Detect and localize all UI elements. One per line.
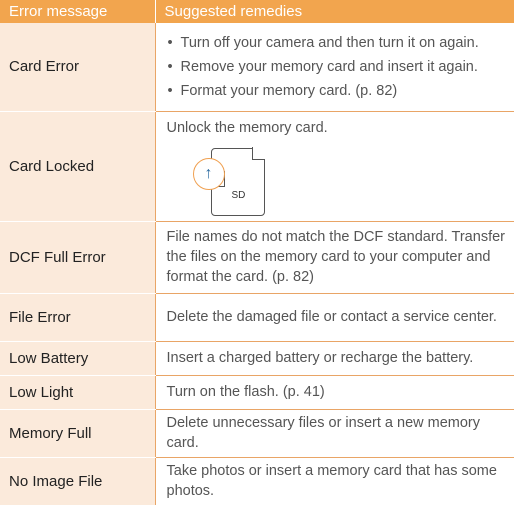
- remedy-text: Delete unnecessary files or insert a new…: [154, 409, 514, 458]
- error-name: Memory Full: [0, 409, 155, 458]
- remedy-list: Turn off your camera and then turn it on…: [167, 31, 511, 103]
- remedy: Unlock the memory card. SD ↑: [154, 111, 514, 222]
- error-name: File Error: [0, 293, 155, 342]
- remedy-text: Delete the damaged file or contact a ser…: [154, 293, 514, 342]
- table-row: Low Light Turn on the flash. (p. 41): [0, 375, 514, 410]
- error-table: Error message Suggested remedies Card Er…: [0, 0, 514, 506]
- remedy-text: Turn on the flash. (p. 41): [154, 375, 514, 410]
- table-row: Card Error Turn off your camera and then…: [0, 23, 514, 112]
- error-name: Card Locked: [0, 111, 155, 222]
- remedy-text: File names do not match the DCF standard…: [154, 221, 514, 294]
- error-name: No Image File: [0, 457, 155, 506]
- table-row: Card Locked Unlock the memory card. SD ↑: [0, 111, 514, 222]
- list-item: Format your memory card. (p. 82): [167, 79, 511, 103]
- table-row: Low Battery Insert a charged battery or …: [0, 341, 514, 376]
- error-name: Low Light: [0, 375, 155, 410]
- error-name: DCF Full Error: [0, 221, 155, 294]
- header-suggested-remedies: Suggested remedies: [154, 0, 514, 23]
- error-name: Low Battery: [0, 341, 155, 376]
- table-row: No Image File Take photos or insert a me…: [0, 457, 514, 506]
- table-row: File Error Delete the damaged file or co…: [0, 293, 514, 342]
- sd-card-label: SD: [231, 189, 246, 201]
- error-name: Card Error: [0, 23, 155, 112]
- header-error-message: Error message: [0, 0, 155, 23]
- list-item: Turn off your camera and then turn it on…: [167, 31, 511, 55]
- table-row: DCF Full Error File names do not match t…: [0, 221, 514, 294]
- table-row: Memory Full Delete unnecessary files or …: [0, 409, 514, 458]
- remedy-text: Insert a charged battery or recharge the…: [154, 341, 514, 376]
- sd-card-figure: SD ↑: [167, 146, 511, 216]
- table-header: Error message Suggested remedies: [0, 0, 514, 23]
- remedy: Turn off your camera and then turn it on…: [154, 23, 514, 112]
- remedy-text: Take photos or insert a memory card that…: [154, 457, 514, 505]
- list-item: Remove your memory card and insert it ag…: [167, 55, 511, 79]
- up-arrow-lock-icon: ↑: [192, 157, 225, 190]
- remedy-text: Unlock the memory card.: [166, 119, 328, 136]
